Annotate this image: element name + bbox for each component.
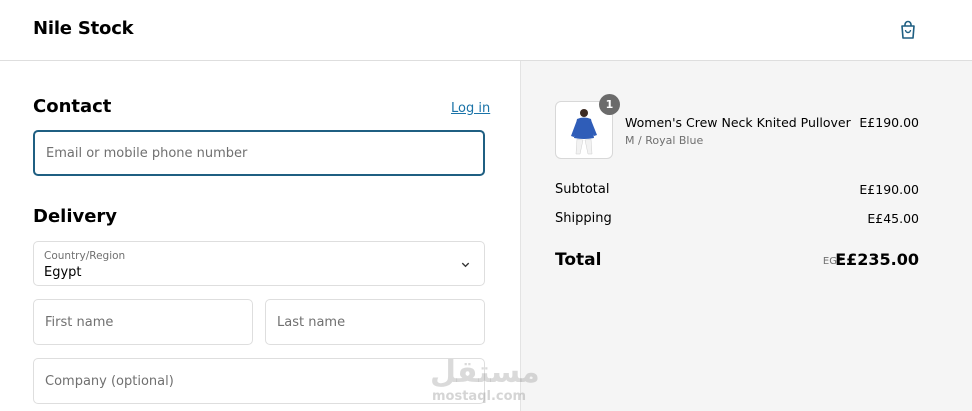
delivery-heading: Delivery <box>33 206 118 227</box>
email-field[interactable] <box>33 130 485 176</box>
product-price: E£190.00 <box>859 115 919 130</box>
quantity-badge: 1 <box>599 94 620 115</box>
cart-button[interactable] <box>896 18 920 42</box>
subtotal-label: Subtotal <box>555 182 610 197</box>
contact-heading: Contact <box>33 96 112 117</box>
last-name-field[interactable] <box>265 299 485 345</box>
product-variant: M / Royal Blue <box>625 134 704 147</box>
total-value: E£235.00 <box>835 250 919 269</box>
shipping-value: E£45.00 <box>867 211 919 226</box>
country-label: Country/Region <box>44 250 126 262</box>
watermark-latin: mostaql.com <box>432 389 527 404</box>
company-field[interactable] <box>33 358 485 404</box>
product-name: Women's Crew Neck Knited Pullover <box>625 115 851 130</box>
first-name-input[interactable] <box>34 300 252 344</box>
country-select[interactable]: Country/Region Egypt <box>33 241 485 286</box>
email-input[interactable] <box>35 132 483 174</box>
order-summary: 1 Women's Crew Neck Knited Pullover M / … <box>520 61 972 411</box>
first-name-field[interactable] <box>33 299 253 345</box>
shopping-bag-icon <box>901 20 915 39</box>
company-input[interactable] <box>34 359 484 403</box>
total-label: Total <box>555 250 602 270</box>
login-link[interactable]: Log in <box>451 101 490 116</box>
country-value: Egypt <box>44 265 82 280</box>
subtotal-value: E£190.00 <box>859 182 919 197</box>
mostaql-watermark: مستقل mostaql.com <box>430 355 542 407</box>
checkout-header: Nile Stock <box>0 0 972 61</box>
last-name-input[interactable] <box>266 300 484 344</box>
store-name[interactable]: Nile Stock <box>33 18 134 39</box>
shipping-label: Shipping <box>555 211 612 226</box>
watermark-arabic: مستقل <box>430 355 540 390</box>
chevron-down-icon <box>461 262 470 268</box>
